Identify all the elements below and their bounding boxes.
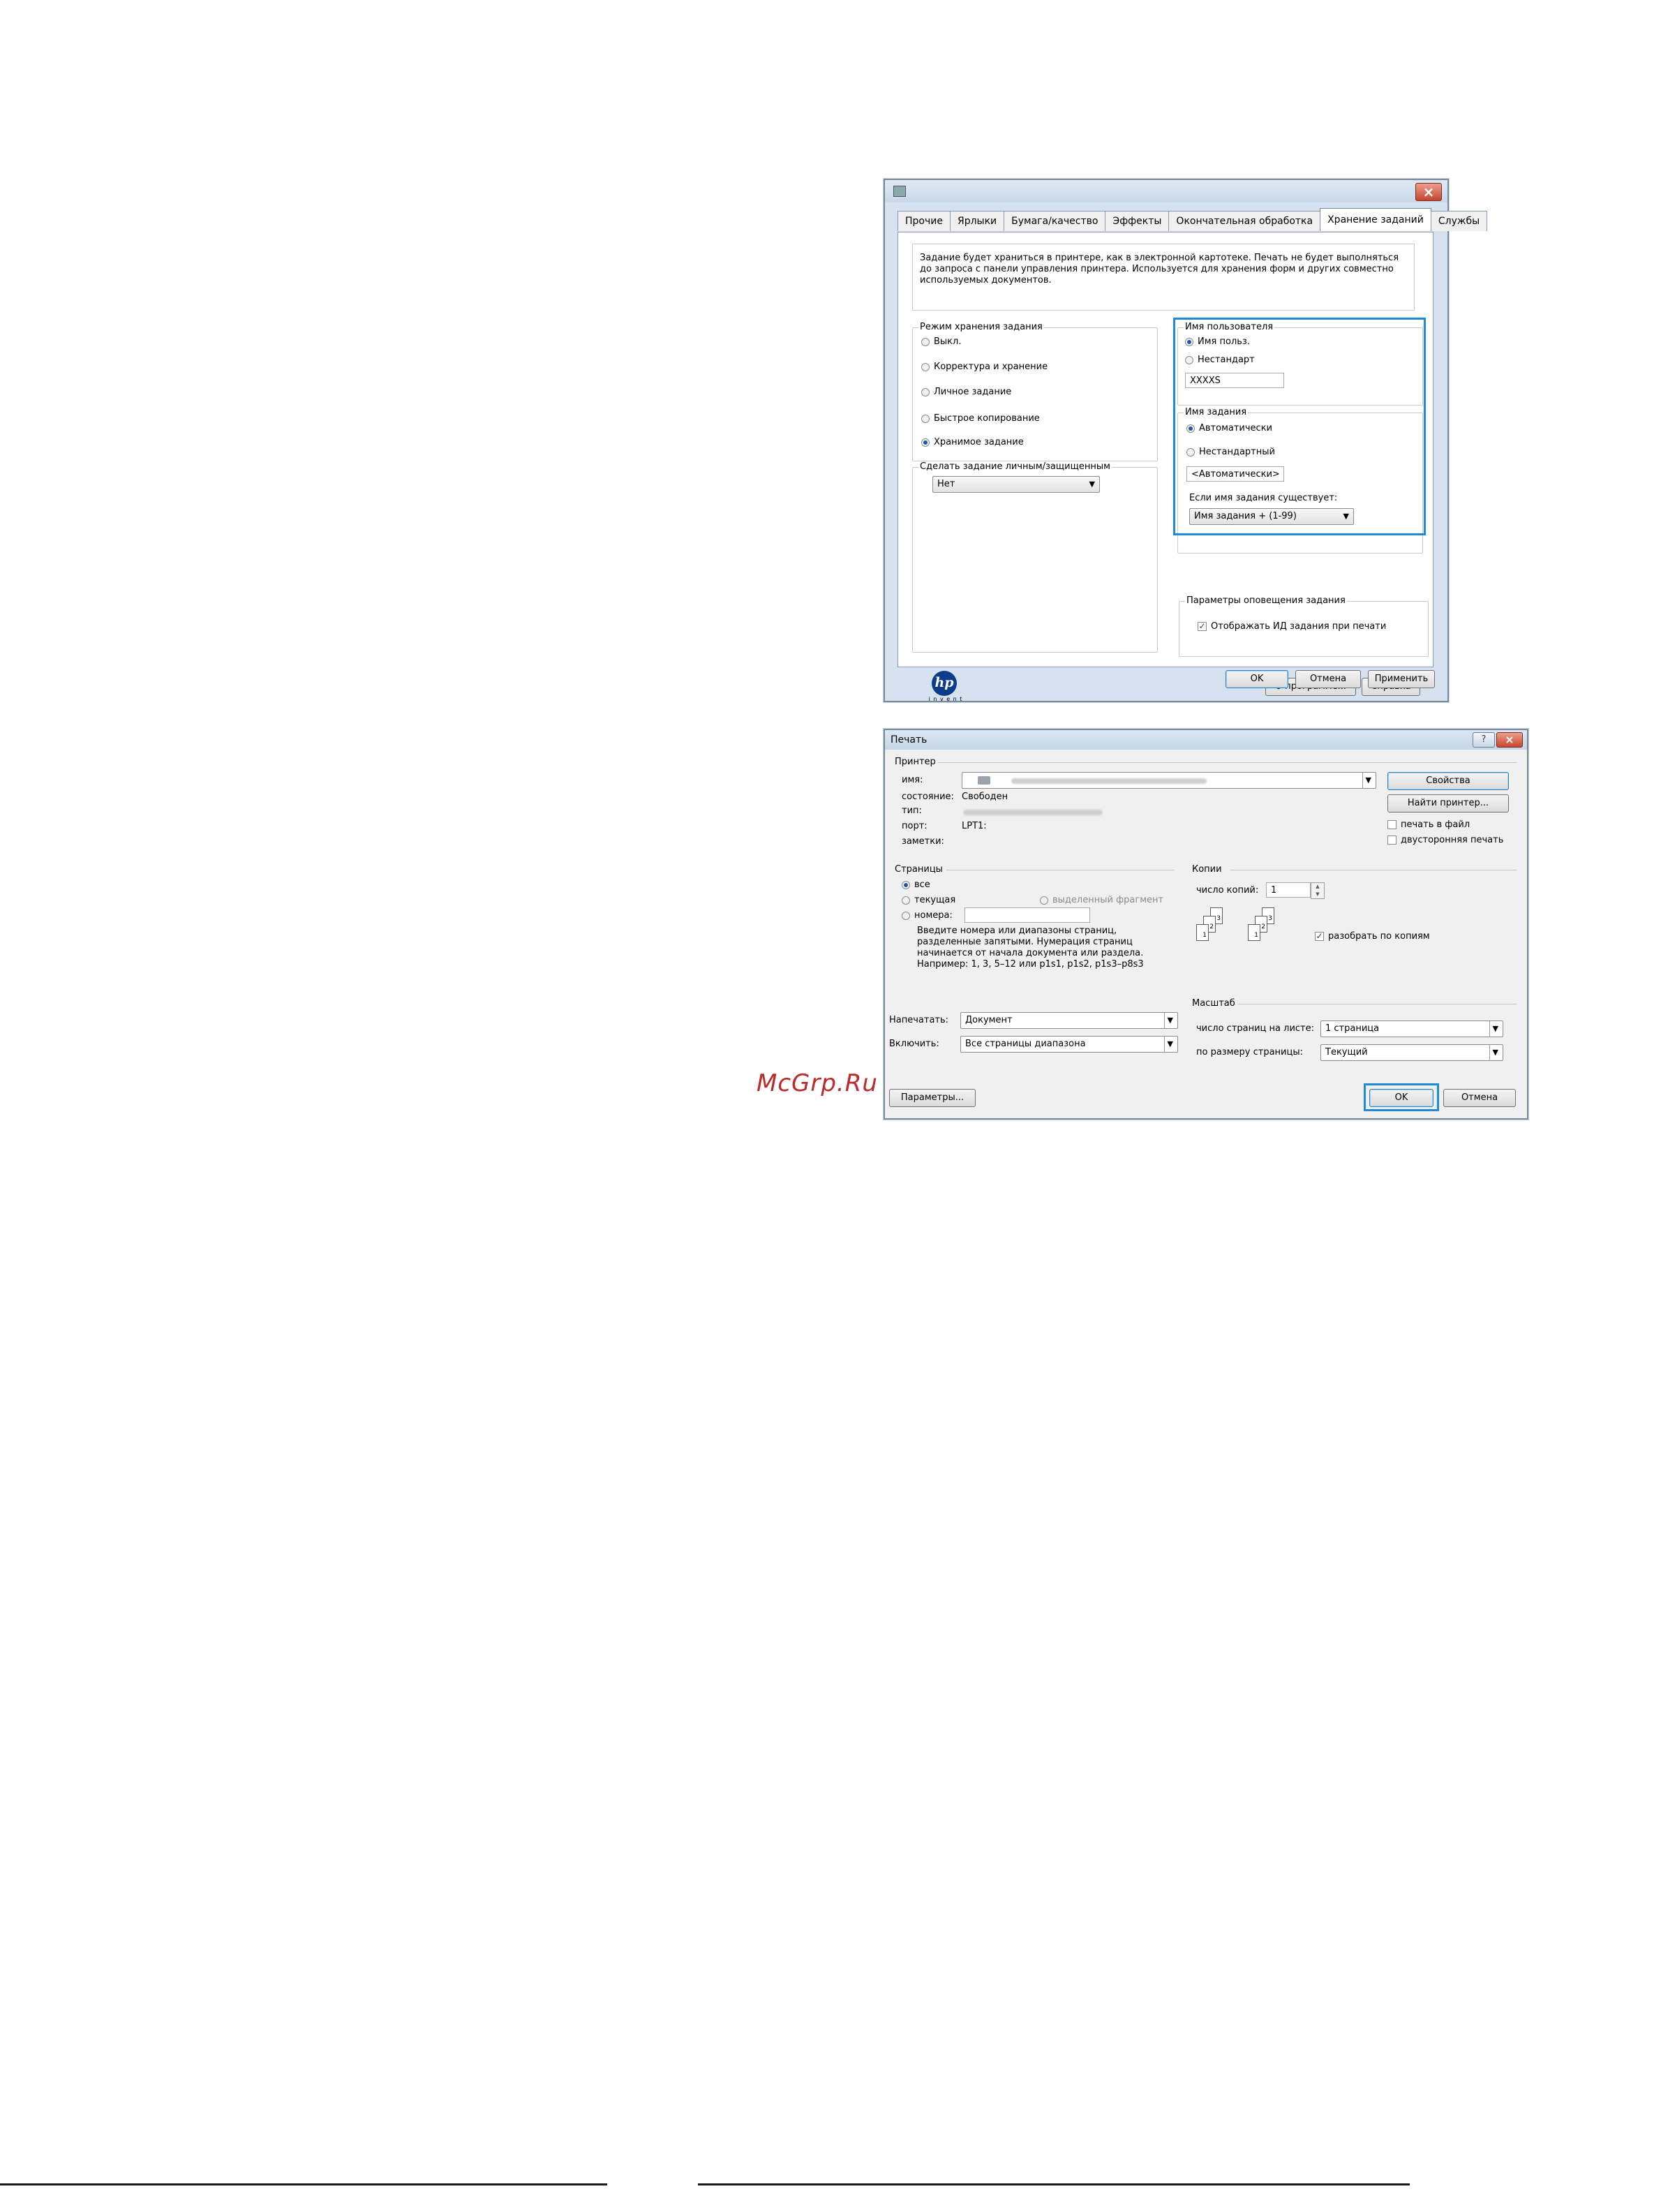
printer-group-label: Принтер [895, 757, 936, 767]
tab-bar: Прочие Ярлыки Бумага/качество Эффекты Ок… [897, 208, 1488, 232]
close-icon[interactable]: × [1496, 732, 1523, 748]
copies-group-label: Копии [1192, 864, 1222, 875]
notification-label: Параметры оповещения задания [1185, 595, 1347, 606]
print-dialog-title: Печать [891, 734, 928, 745]
printer-notes-label: заметки: [902, 836, 944, 847]
storage-mode-group: Режим хранения задания Выкл. Корректура … [912, 322, 1158, 461]
pages-numbers-input[interactable] [964, 907, 1090, 923]
storage-mode-label: Режим хранения задания [918, 322, 1044, 332]
tab-job-storage[interactable]: Хранение заданий [1320, 208, 1431, 231]
collate-stack-2-icon: 3 2 1 [1248, 907, 1290, 949]
private-job-group: Сделать задание личным/защищенным Нет ▼ [912, 461, 1158, 653]
pages-hint-line-3: начинается от начала документа или разде… [917, 948, 1144, 958]
print-cancel-button[interactable]: Отмена [1443, 1089, 1516, 1107]
tab-services[interactable]: Службы [1430, 211, 1488, 231]
copies-count-input[interactable]: 1 [1266, 882, 1311, 898]
copies-count-label: число копий: [1196, 885, 1259, 896]
properties-titlebar: × [885, 180, 1447, 202]
print-what-label: Напечатать: [889, 1015, 949, 1025]
quick-copy-radio[interactable]: Быстрое копирование [921, 413, 1040, 424]
footer-line-right [698, 2183, 1410, 2185]
pages-numbers-radio[interactable]: номера: [902, 910, 953, 921]
selection-highlight [1173, 318, 1426, 535]
printer-type-label: тип: [902, 806, 922, 816]
printer-status-value: Свободен [962, 792, 1008, 802]
include-label: Включить: [889, 1039, 939, 1049]
pages-per-sheet-label: число страниц на листе: [1196, 1023, 1314, 1034]
ok-button[interactable]: OK [1226, 670, 1288, 688]
printer-status-label: состояние: [902, 792, 954, 802]
show-job-id-checkbox[interactable]: ✓ Отображать ИД задания при печати [1198, 621, 1386, 632]
scale-to-page-label: по размеру страницы: [1196, 1047, 1303, 1057]
pages-per-sheet-select[interactable]: 1 страница ▼ [1320, 1020, 1503, 1037]
printer-type-blurred [963, 810, 1103, 815]
printer-name-select[interactable]: ▼ [962, 772, 1376, 789]
job-storage-panel: Задание будет храниться в принтере, как … [897, 232, 1433, 702]
help-icon[interactable]: ? [1473, 732, 1495, 748]
private-job-label: Сделать задание личным/защищенным [918, 461, 1112, 472]
check-icon: ✓ [1198, 621, 1207, 631]
job-storage-description: Задание будет храниться в принтере, как … [912, 244, 1415, 311]
collate-stack-1-icon: 3 2 1 [1196, 907, 1238, 949]
options-button[interactable]: Параметры... [889, 1089, 976, 1107]
hp-logo-icon: hp [932, 671, 957, 696]
pages-hint-line-1: Введите номера или диапазоны страниц, [917, 926, 1117, 936]
tab-effects[interactable]: Эффекты [1105, 211, 1170, 231]
print-to-file-checkbox[interactable]: печать в файл [1387, 819, 1470, 830]
duplex-checkbox[interactable]: двусторонняя печать [1387, 835, 1503, 845]
pages-selection-radio[interactable]: выделенный фрагмент [1040, 895, 1163, 905]
pages-all-radio[interactable]: все [902, 879, 930, 890]
private-job-select[interactable]: Нет ▼ [932, 476, 1100, 493]
printer-icon [978, 776, 990, 785]
proof-hold-radio[interactable]: Корректура и хранение [921, 362, 1048, 372]
pages-group-label: Страницы [895, 864, 943, 875]
check-icon: ✓ [1315, 931, 1324, 941]
print-titlebar: Печать ? × [885, 730, 1527, 750]
notification-group: Параметры оповещения задания ✓ Отображать… [1179, 595, 1429, 657]
tab-shortcuts[interactable]: Ярлыки [949, 211, 1005, 231]
copies-spinner[interactable]: ▲ ▼ [1311, 882, 1325, 899]
watermark-text: McGrp.Ru [757, 1069, 878, 1097]
hp-invent-text: i n v e n t [928, 696, 963, 702]
include-select[interactable]: Все страницы диапазона ▼ [960, 1036, 1178, 1053]
find-printer-button[interactable]: Найти принтер... [1387, 794, 1509, 812]
storage-off-radio[interactable]: Выкл. [921, 336, 961, 347]
printer-group-line [938, 762, 1517, 763]
printer-port-value: LPT1: [962, 821, 987, 831]
stored-job-radio[interactable]: Хранимое задание [921, 437, 1024, 447]
printer-properties-button[interactable]: Свойства [1387, 772, 1509, 790]
footer-line-left [0, 2183, 607, 2185]
printer-icon [893, 186, 906, 197]
cancel-button[interactable]: Отмена [1295, 670, 1361, 688]
pages-current-radio[interactable]: текущая [902, 895, 955, 905]
printer-port-label: порт: [902, 821, 928, 831]
collate-checkbox[interactable]: ✓ разобрать по копиям [1315, 931, 1430, 942]
zoom-group-label: Масштаб [1192, 998, 1235, 1009]
scale-to-page-select[interactable]: Текущий ▼ [1320, 1044, 1503, 1061]
printer-properties-dialog: × Прочие Ярлыки Бумага/качество Эффекты … [884, 179, 1488, 702]
pages-hint-line-4: Например: 1, 3, 5–12 или p1s1, p1s2, p1s… [917, 959, 1144, 970]
printer-name-label: имя: [902, 775, 923, 785]
pages-hint-line-2: разделенные запятыми. Нумерация страниц [917, 937, 1133, 947]
print-dialog: Печать ? × Принтер имя: ▼ Свойства состо… [884, 729, 1528, 1120]
tab-other[interactable]: Прочие [897, 211, 951, 231]
personal-job-radio[interactable]: Личное задание [921, 387, 1011, 397]
printer-name-blurred [1011, 778, 1207, 784]
close-icon[interactable]: × [1415, 183, 1442, 201]
apply-button[interactable]: Применить [1368, 670, 1435, 688]
tab-paper-quality[interactable]: Бумага/качество [1004, 211, 1106, 231]
print-ok-button[interactable]: OK [1369, 1089, 1433, 1107]
hp-logo: hp i n v e n t [925, 671, 967, 702]
print-what-select[interactable]: Документ ▼ [960, 1012, 1178, 1029]
tab-finishing[interactable]: Окончательная обработка [1168, 211, 1321, 231]
